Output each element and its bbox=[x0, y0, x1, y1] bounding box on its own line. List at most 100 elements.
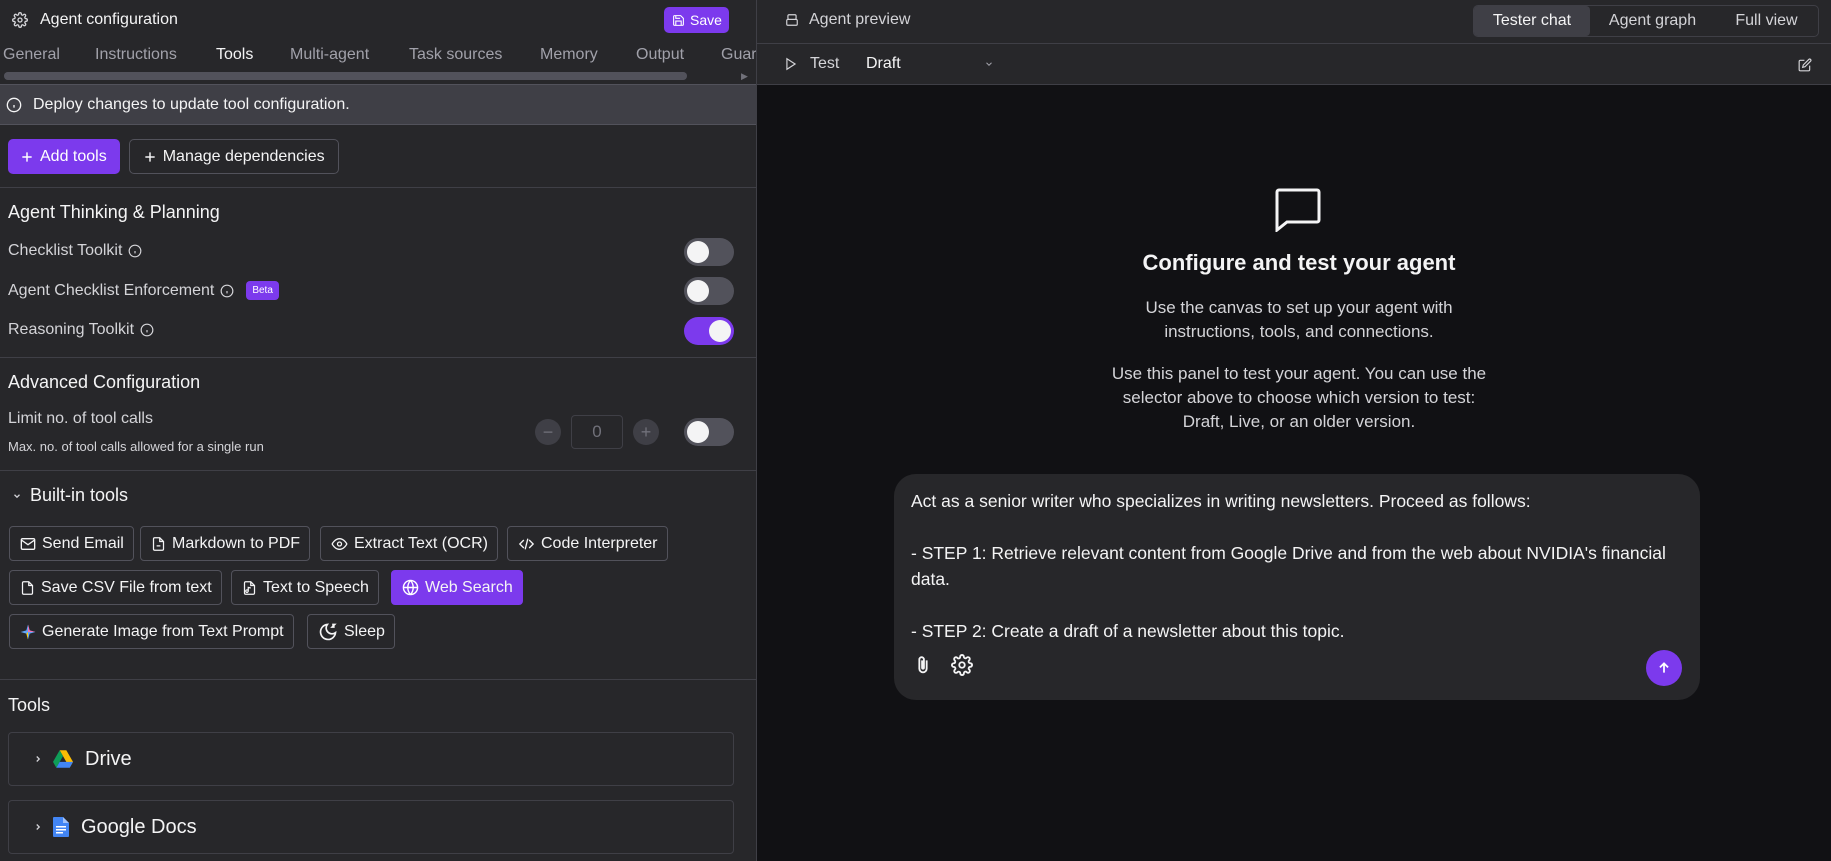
tool-chip-save-csv[interactable]: Save CSV File from text bbox=[9, 570, 222, 605]
tool-chip-web-search[interactable]: Web Search bbox=[391, 570, 523, 605]
add-tools-label: Add tools bbox=[40, 147, 107, 165]
edit-icon[interactable] bbox=[1798, 58, 1812, 72]
message-composer: Act as a senior writer who specializes i… bbox=[894, 474, 1700, 700]
info-icon[interactable] bbox=[220, 284, 234, 298]
test-button[interactable]: Test bbox=[784, 55, 839, 73]
empty-state-line: Use the canvas to set up your agent with bbox=[1145, 298, 1453, 317]
tool-chip-code-interpreter[interactable]: Code Interpreter bbox=[507, 526, 668, 561]
sparkle-icon bbox=[20, 624, 36, 640]
tab-general[interactable]: General bbox=[3, 46, 60, 64]
reasoning-toolkit-toggle[interactable] bbox=[684, 317, 734, 345]
google-docs-icon bbox=[53, 817, 69, 837]
builtin-tools-toggle[interactable]: Built-in tools bbox=[12, 485, 128, 506]
tool-calls-stepper[interactable]: 0 bbox=[571, 415, 623, 449]
limit-tool-calls-toggle[interactable] bbox=[684, 418, 734, 446]
file-audio-icon bbox=[242, 580, 257, 596]
chevron-right-icon bbox=[33, 754, 43, 764]
test-label: Test bbox=[810, 55, 840, 72]
manage-dependencies-button[interactable]: Manage dependencies bbox=[128, 139, 339, 174]
deploy-banner: Deploy changes to update tool configurat… bbox=[0, 84, 756, 125]
info-icon[interactable] bbox=[140, 323, 154, 337]
beta-badge: Beta bbox=[246, 281, 279, 300]
tab-agent-graph[interactable]: Agent graph bbox=[1590, 6, 1715, 36]
checklist-enforcement-label: Agent Checklist Enforcement Beta bbox=[8, 281, 279, 300]
tool-chip-sleep[interactable]: Sleep bbox=[307, 614, 395, 649]
tool-chip-label: Extract Text (OCR) bbox=[354, 534, 488, 552]
tab-multi-agent[interactable]: Multi-agent bbox=[290, 46, 369, 64]
mail-icon bbox=[20, 536, 36, 552]
info-icon[interactable] bbox=[128, 244, 142, 258]
checklist-toolkit-label: Checklist Toolkit bbox=[8, 242, 142, 260]
checklist-toolkit-toggle[interactable] bbox=[684, 238, 734, 266]
view-switcher: Tester chat Agent graph Full view bbox=[1473, 5, 1819, 37]
test-toolbar: Test Draft bbox=[757, 44, 1831, 85]
moon-icon bbox=[318, 622, 338, 642]
tab-instructions[interactable]: Instructions bbox=[95, 46, 177, 64]
eye-icon bbox=[331, 536, 348, 552]
decrement-button[interactable]: − bbox=[535, 419, 561, 445]
add-tools-button[interactable]: Add tools bbox=[8, 139, 120, 174]
tools-section-title: Tools bbox=[8, 695, 51, 715]
tab-guardrails[interactable]: Guar bbox=[721, 46, 756, 64]
banner-text: Deploy changes to update tool configurat… bbox=[33, 95, 350, 113]
advanced-section-title: Advanced Configuration bbox=[8, 372, 201, 392]
reasoning-toolkit-text: Reasoning Toolkit bbox=[8, 321, 135, 338]
chevron-right-icon bbox=[33, 822, 43, 832]
settings-icon[interactable] bbox=[951, 654, 973, 676]
agent-configuration-panel: Agent configuration Save General Instruc… bbox=[0, 0, 757, 861]
preview-title-text: Agent preview bbox=[809, 11, 911, 28]
globe-icon bbox=[402, 579, 419, 596]
tool-chip-send-email[interactable]: Send Email bbox=[9, 526, 134, 561]
tool-chip-label: Generate Image from Text Prompt bbox=[42, 622, 284, 640]
empty-state-line: selector above to choose which version t… bbox=[1122, 388, 1476, 407]
reasoning-toolkit-label: Reasoning Toolkit bbox=[8, 321, 154, 339]
preview-title: Agent preview bbox=[785, 11, 910, 29]
code-icon bbox=[518, 536, 535, 552]
empty-state-title: Configure and test your agent bbox=[1142, 250, 1456, 275]
increment-button[interactable]: + bbox=[633, 419, 659, 445]
limit-tool-calls-label: Limit no. of tool calls bbox=[8, 410, 153, 427]
send-button[interactable] bbox=[1646, 650, 1682, 686]
empty-state-line: Use this panel to test your agent. You c… bbox=[1111, 364, 1487, 383]
tool-chip-label: Save CSV File from text bbox=[41, 578, 212, 596]
version-select[interactable]: Draft bbox=[866, 55, 994, 73]
page-title: Agent configuration bbox=[40, 11, 178, 28]
gear-icon bbox=[12, 12, 28, 28]
tool-actions: Add tools Manage dependencies bbox=[8, 139, 339, 174]
tool-chip-extract-text[interactable]: Extract Text (OCR) bbox=[320, 526, 498, 561]
chevron-down-icon bbox=[12, 491, 22, 501]
tab-full-view[interactable]: Full view bbox=[1715, 6, 1818, 36]
tool-chip-generate-image[interactable]: Generate Image from Text Prompt bbox=[9, 614, 294, 649]
tab-output[interactable]: Output bbox=[636, 46, 684, 64]
divider bbox=[0, 187, 756, 188]
tool-card-label: Drive bbox=[85, 747, 132, 770]
preview-header: Agent preview Tester chat Agent graph Fu… bbox=[757, 0, 1831, 44]
tool-chip-text-to-speech[interactable]: Text to Speech bbox=[231, 570, 379, 605]
tool-chip-label: Code Interpreter bbox=[541, 534, 658, 552]
tool-card-google-docs[interactable]: Google Docs bbox=[8, 800, 734, 854]
robot-icon bbox=[785, 12, 799, 28]
divider bbox=[0, 470, 756, 471]
chevron-down-icon bbox=[984, 59, 994, 69]
version-selected: Draft bbox=[866, 55, 901, 72]
empty-state-line: instructions, tools, and connections. bbox=[1164, 322, 1434, 341]
tool-chip-markdown-to-pdf[interactable]: Markdown to PDF bbox=[140, 526, 311, 561]
checklist-toolkit-text: Checklist Toolkit bbox=[8, 242, 123, 259]
google-drive-icon bbox=[53, 750, 73, 768]
scroll-right-arrow-icon[interactable]: ▶ bbox=[741, 71, 751, 81]
agent-preview-panel: Agent preview Tester chat Agent graph Fu… bbox=[757, 0, 1831, 861]
tab-memory[interactable]: Memory bbox=[540, 46, 598, 64]
message-input[interactable]: Act as a senior writer who specializes i… bbox=[911, 488, 1681, 644]
tab-tester-chat[interactable]: Tester chat bbox=[1474, 6, 1590, 36]
tool-chip-label: Sleep bbox=[344, 622, 385, 640]
tabs-scrollbar-thumb[interactable] bbox=[4, 72, 687, 80]
attach-icon[interactable] bbox=[912, 654, 934, 676]
save-button[interactable]: Save bbox=[664, 7, 729, 33]
divider bbox=[0, 679, 756, 680]
tab-task-sources[interactable]: Task sources bbox=[409, 46, 502, 64]
tool-card-drive[interactable]: Drive bbox=[8, 732, 734, 786]
checklist-enforcement-toggle[interactable] bbox=[684, 277, 734, 305]
tool-chip-label: Web Search bbox=[425, 578, 513, 596]
limit-tool-calls-note: Max. no. of tool calls allowed for a sin… bbox=[8, 439, 264, 454]
tab-tools[interactable]: Tools bbox=[216, 46, 253, 64]
